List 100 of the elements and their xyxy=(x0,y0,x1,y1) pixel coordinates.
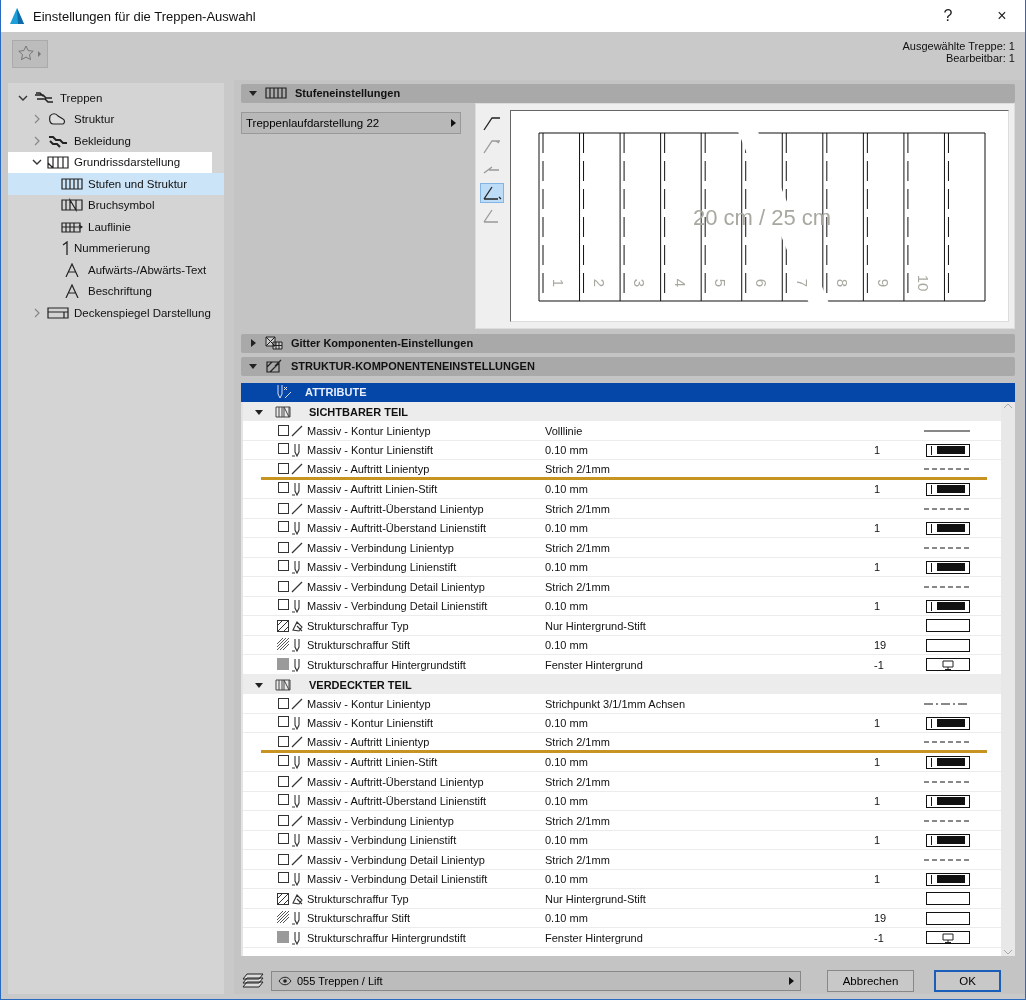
pen-swatch[interactable] xyxy=(926,521,970,535)
attribute-row[interactable]: Strukturschraffur Hintergrundstift Fenster Hintergrund -1 xyxy=(243,928,1001,948)
layer-dropdown[interactable]: 055 Treppen / Lift xyxy=(271,971,801,991)
pen-swatch[interactable] xyxy=(926,560,970,574)
display-dropdown[interactable]: Treppenlaufdarstellung 22 xyxy=(241,111,461,134)
collapse-triangle-icon[interactable] xyxy=(249,89,257,98)
color-swatch[interactable] xyxy=(926,892,970,905)
attribute-row[interactable]: Massiv - Auftritt Linien-Stift 0.10 mm 1 xyxy=(243,752,1001,773)
checkbox[interactable] xyxy=(278,541,289,553)
attribute-value: 0.10 mm xyxy=(545,561,589,573)
attribute-value: Nur Hintergrund-Stift xyxy=(545,619,647,632)
attribute-row[interactable]: Massiv - Verbindung Detail Linienstift 0.10 mm 1 xyxy=(243,596,1001,617)
checkbox[interactable] xyxy=(278,716,289,727)
table-group-header[interactable]: SICHTBARER TEIL xyxy=(243,401,1001,422)
scroll-up-icon[interactable] xyxy=(1003,401,1013,410)
attribute-row[interactable]: Strukturschraffur Stift 0.10 mm 19 xyxy=(243,635,1001,656)
checkbox[interactable] xyxy=(278,697,289,709)
pen-icon xyxy=(291,638,303,652)
pen-icon xyxy=(291,521,303,535)
pen-swatch[interactable] xyxy=(926,755,970,769)
pen-icon xyxy=(291,755,303,769)
attribute-value: Volllinie xyxy=(545,424,584,437)
checkbox[interactable] xyxy=(278,814,289,826)
tree-item[interactable]: Aufwärts-/Abwärts-Text xyxy=(8,259,224,281)
pen-swatch[interactable] xyxy=(926,872,970,886)
tree-item[interactable]: Grundrissdarstellung xyxy=(8,151,212,173)
ok-button[interactable]: OK xyxy=(934,970,1001,992)
checkbox[interactable] xyxy=(278,833,289,844)
pen-number: -1 xyxy=(874,658,884,671)
checkbox[interactable] xyxy=(278,521,289,532)
tree-item[interactable]: Deckenspiegel Darstellung xyxy=(8,302,224,324)
tree-item[interactable]: Treppen xyxy=(8,87,224,109)
checkbox[interactable] xyxy=(278,794,289,805)
checkbox[interactable] xyxy=(278,443,289,454)
pen-swatch[interactable] xyxy=(926,658,970,671)
attribute-row[interactable]: Strukturschraffur Typ Nur Hintergrund-Stift xyxy=(243,616,1001,636)
color-swatch[interactable] xyxy=(926,638,970,652)
checkbox[interactable] xyxy=(278,599,289,610)
help-button[interactable]: ? xyxy=(925,0,971,32)
attribute-row[interactable]: Massiv - Auftritt Linien-Stift 0.10 mm 1 xyxy=(243,479,1001,500)
section-header[interactable]: STRUKTUR-KOMPONENTENEINSTELLUNGEN xyxy=(241,356,1015,376)
attribute-row[interactable]: Massiv - Verbindung Linienstift 0.10 mm 1 xyxy=(243,830,1001,851)
checkbox[interactable] xyxy=(278,775,289,787)
close-button[interactable]: × xyxy=(979,0,1025,32)
attribute-name: Massiv - Auftritt-Überstand Linientyp xyxy=(307,775,485,788)
collapse-triangle-icon[interactable] xyxy=(255,407,263,416)
tree-item[interactable]: Bekleidung xyxy=(8,130,224,152)
tree-item-icon xyxy=(47,305,69,320)
attribute-row[interactable]: Strukturschraffur Typ Nur Hintergrund-Stift xyxy=(243,889,1001,909)
attribute-name: Massiv - Auftritt Linien-Stift xyxy=(307,483,439,495)
checkbox[interactable] xyxy=(278,580,289,592)
attribute-row[interactable]: Massiv - Verbindung Linienstift 0.10 mm 1 xyxy=(243,557,1001,578)
pen-swatch[interactable] xyxy=(926,482,970,496)
section-header[interactable]: Gitter Komponenten-Einstellungen xyxy=(241,333,1015,353)
pen-swatch[interactable] xyxy=(926,716,970,730)
checkbox[interactable] xyxy=(278,560,289,571)
attribute-row[interactable]: Massiv - Kontur Linienstift 0.10 mm 1 xyxy=(243,713,1001,734)
color-swatch[interactable] xyxy=(926,911,970,925)
tree-item[interactable]: Lauflinie xyxy=(8,216,224,238)
pen-swatch[interactable] xyxy=(926,443,970,457)
attribute-row[interactable]: Massiv - Auftritt-Überstand Linienstift 0.10 mm 1 xyxy=(243,518,1001,539)
attribute-name: Strukturschraffur Hintergrundstift xyxy=(307,931,467,944)
scrollbar[interactable] xyxy=(1001,401,1015,957)
pen-swatch[interactable] xyxy=(926,931,970,944)
attribute-row[interactable]: Massiv - Auftritt-Überstand Linienstift 0.10 mm 1 xyxy=(243,791,1001,812)
attribute-row[interactable]: Strukturschraffur Hintergrundstift Fenster Hintergrund -1 xyxy=(243,655,1001,675)
checkbox[interactable] xyxy=(278,482,289,493)
tree-item[interactable]: Struktur xyxy=(8,108,224,130)
attribute-row[interactable]: Strukturschraffur Stift 0.10 mm 19 xyxy=(243,908,1001,929)
attribute-value: 0.10 mm xyxy=(545,834,589,846)
attribute-value: Strichpunkt 3/1/1mm Achsen xyxy=(545,697,686,710)
hatch-icon xyxy=(277,619,289,632)
tool-button[interactable] xyxy=(480,182,504,203)
collapse-triangle-icon[interactable] xyxy=(249,362,257,371)
table-group-header[interactable]: VERDECKTER TEIL xyxy=(243,674,1001,695)
tree-item-icon xyxy=(61,219,83,234)
section-header[interactable]: Stufeneinstellungen xyxy=(241,84,1015,103)
tree-item[interactable]: Stufen und Struktur xyxy=(8,173,224,195)
tree-item[interactable]: Bruchsymbol xyxy=(8,194,224,216)
expand-triangle-icon[interactable] xyxy=(249,339,257,348)
pen-number: 1 xyxy=(874,873,881,885)
checkbox[interactable] xyxy=(278,755,289,766)
collapse-triangle-icon[interactable] xyxy=(255,680,263,689)
cancel-button[interactable]: Abbrechen xyxy=(827,970,914,992)
attribute-name: Strukturschraffur Stift xyxy=(307,912,412,924)
checkbox[interactable] xyxy=(278,735,289,747)
attribute-row[interactable]: Massiv - Verbindung Detail Linienstift 0.10 mm 1 xyxy=(243,869,1001,890)
pen-swatch[interactable] xyxy=(926,833,970,847)
checkbox[interactable] xyxy=(278,424,289,436)
pen-swatch[interactable] xyxy=(926,599,970,613)
tree-item[interactable]: Beschriftung xyxy=(8,280,224,302)
attribute-row[interactable]: Massiv - Kontur Linienstift 0.10 mm 1 xyxy=(243,440,1001,461)
checkbox[interactable] xyxy=(278,462,289,474)
color-swatch[interactable] xyxy=(926,619,970,632)
checkbox[interactable] xyxy=(278,872,289,883)
tree-item[interactable]: Nummerierung xyxy=(8,237,224,259)
step-number: 10 xyxy=(915,274,933,292)
checkbox[interactable] xyxy=(278,853,289,865)
pen-swatch[interactable] xyxy=(926,794,970,808)
checkbox[interactable] xyxy=(278,502,289,514)
